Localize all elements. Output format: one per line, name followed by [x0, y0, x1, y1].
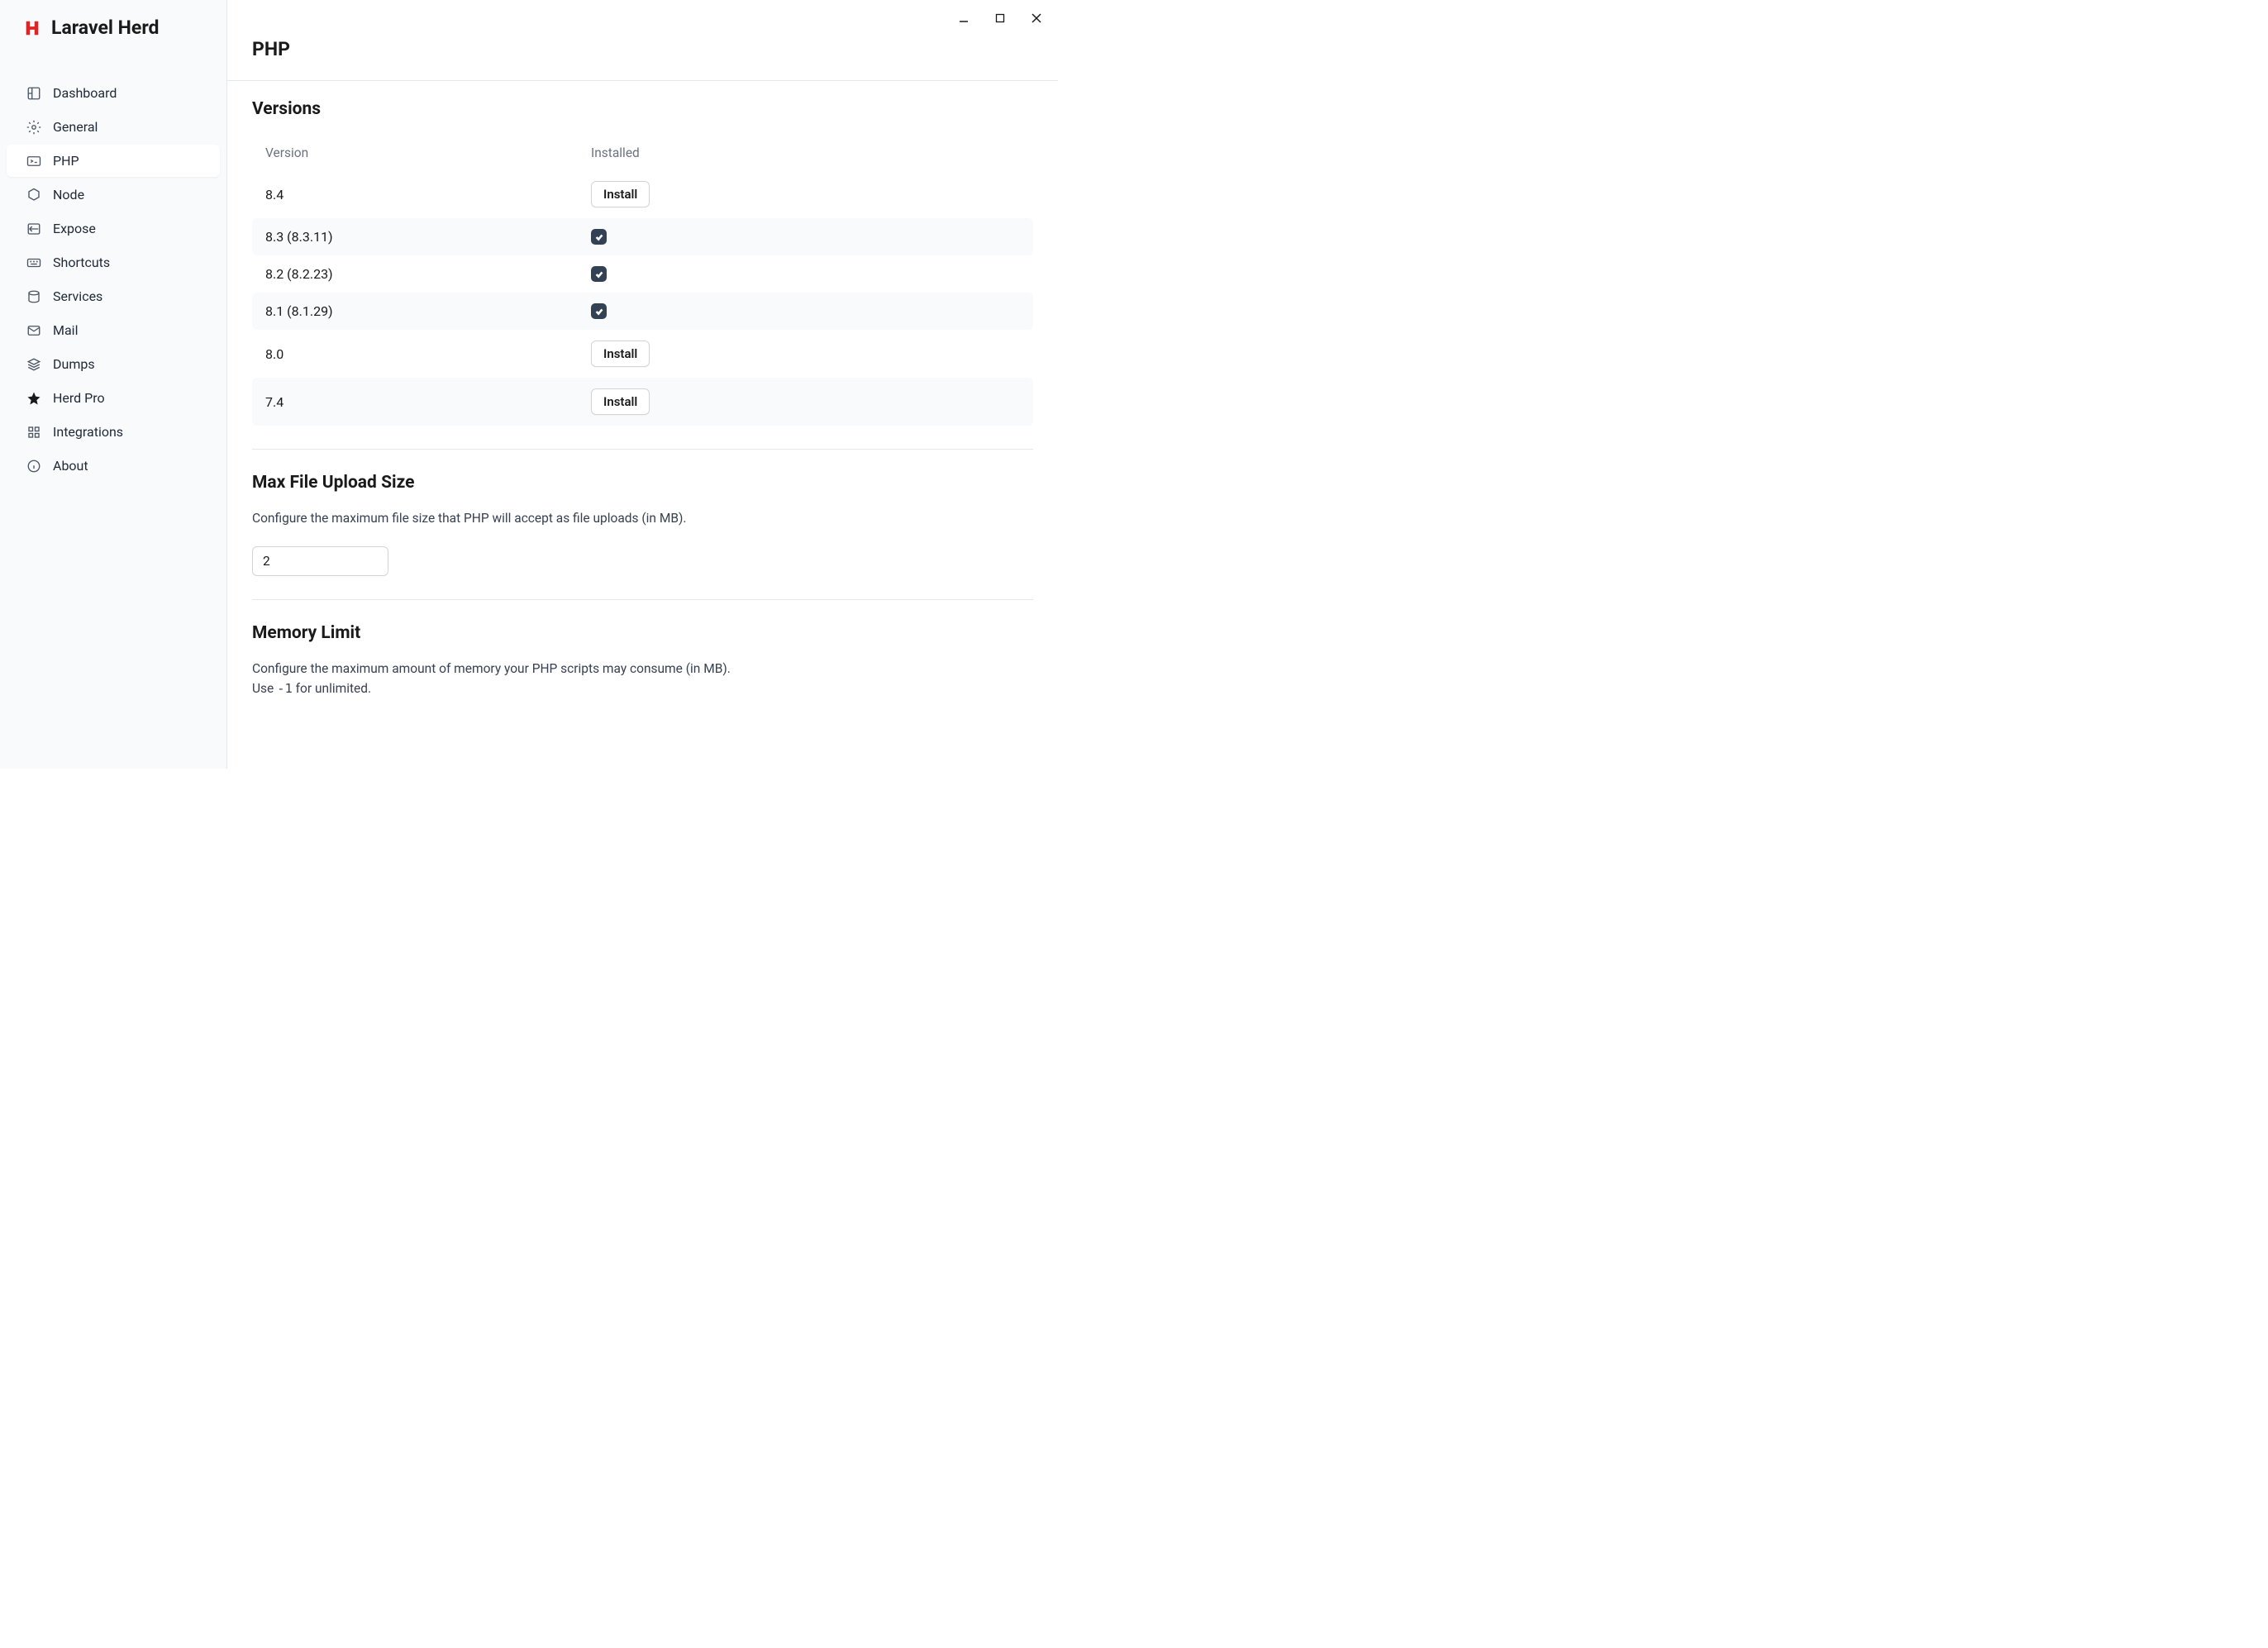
mail-icon [26, 323, 41, 338]
nav-label: About [53, 458, 88, 474]
sidebar-item-php[interactable]: PHP [7, 145, 220, 177]
sidebar-item-general[interactable]: General [7, 111, 220, 143]
install-button[interactable]: Install [591, 181, 650, 207]
sidebar-nav: Dashboard General PHP Node Expose Shortc… [0, 55, 226, 488]
install-button[interactable]: Install [591, 341, 650, 367]
terminal-icon [26, 154, 41, 169]
col-header-installed: Installed [591, 145, 1020, 160]
version-label: 8.3 (8.3.11) [265, 229, 591, 245]
grid-icon [26, 425, 41, 440]
dashboard-icon [26, 86, 41, 101]
sidebar-item-expose[interactable]: Expose [7, 212, 220, 245]
nav-label: Mail [53, 322, 78, 338]
nav-label: Dashboard [53, 85, 117, 101]
sidebar-item-dashboard[interactable]: Dashboard [7, 77, 220, 109]
sidebar-item-dumps[interactable]: Dumps [7, 348, 220, 380]
version-row: 7.4 Install [252, 378, 1033, 426]
info-icon [26, 459, 41, 474]
keyboard-icon [26, 255, 41, 270]
nav-label: Node [53, 187, 84, 202]
node-icon [26, 188, 41, 202]
install-cell [591, 303, 1020, 319]
version-row: 8.3 (8.3.11) [252, 218, 1033, 255]
sidebar-item-services[interactable]: Services [7, 280, 220, 312]
herd-logo-icon [23, 19, 41, 37]
sidebar-item-integrations[interactable]: Integrations [7, 416, 220, 448]
app-title: Laravel Herd [51, 17, 159, 39]
nav-label: PHP [53, 153, 79, 169]
memory-desc-line1: Configure the maximum amount of memory y… [252, 661, 731, 676]
memory-desc-line2a: Use [252, 681, 277, 696]
memory-section: Memory Limit Configure the maximum amoun… [252, 623, 1033, 698]
sidebar-item-herd-pro[interactable]: Herd Pro [7, 382, 220, 414]
memory-title: Memory Limit [252, 623, 1033, 643]
version-label: 8.2 (8.2.23) [265, 266, 591, 282]
install-cell: Install [591, 181, 1020, 207]
version-row: 8.1 (8.1.29) [252, 293, 1033, 330]
installed-check-icon [591, 229, 607, 245]
star-icon [26, 391, 41, 406]
memory-description: Configure the maximum amount of memory y… [252, 660, 1033, 698]
install-cell [591, 266, 1020, 282]
nav-label: Dumps [53, 356, 95, 372]
versions-table: Version Installed 8.4 Install 8.3 (8.3.1… [252, 136, 1033, 426]
versions-table-header: Version Installed [252, 136, 1033, 170]
sidebar-item-node[interactable]: Node [7, 179, 220, 211]
memory-desc-code: -1 [277, 681, 293, 696]
sidebar-item-mail[interactable]: Mail [7, 314, 220, 346]
install-cell: Install [591, 388, 1020, 415]
install-cell [591, 229, 1020, 245]
stack-icon [26, 357, 41, 372]
database-icon [26, 289, 41, 304]
install-cell: Install [591, 341, 1020, 367]
nav-label: Services [53, 288, 102, 304]
version-row: 8.0 Install [252, 330, 1033, 378]
sidebar-item-about[interactable]: About [7, 450, 220, 482]
section-divider [252, 449, 1033, 450]
max-upload-input[interactable] [252, 546, 388, 576]
version-label: 8.0 [265, 346, 591, 362]
gear-icon [26, 120, 41, 135]
sidebar-header: Laravel Herd [0, 0, 226, 55]
version-row: 8.4 Install [252, 170, 1033, 218]
install-button[interactable]: Install [591, 388, 650, 415]
version-label: 8.1 (8.1.29) [265, 303, 591, 319]
main-content: PHP Versions Version Installed 8.4 Insta… [227, 0, 1058, 769]
installed-check-icon [591, 266, 607, 282]
upload-description: Configure the maximum file size that PHP… [252, 509, 1033, 528]
nav-label: Herd Pro [53, 390, 105, 406]
nav-label: Expose [53, 221, 96, 236]
sidebar-item-shortcuts[interactable]: Shortcuts [7, 246, 220, 279]
nav-label: General [53, 119, 98, 135]
installed-check-icon [591, 303, 607, 319]
memory-desc-line2b: for unlimited. [293, 681, 371, 696]
sidebar: Laravel Herd Dashboard General PHP Node … [0, 0, 227, 769]
share-icon [26, 221, 41, 236]
versions-title: Versions [252, 99, 1033, 119]
nav-label: Shortcuts [53, 255, 110, 270]
upload-section: Max File Upload Size Configure the maxim… [252, 473, 1033, 576]
version-label: 7.4 [265, 394, 591, 410]
page-header: PHP [227, 23, 1058, 81]
upload-title: Max File Upload Size [252, 473, 1033, 493]
content-area: Versions Version Installed 8.4 Install 8… [227, 81, 1058, 769]
page-title: PHP [252, 38, 1033, 60]
version-row: 8.2 (8.2.23) [252, 255, 1033, 293]
window-titlebar [227, 0, 1058, 23]
section-divider [252, 599, 1033, 600]
nav-label: Integrations [53, 424, 123, 440]
versions-section: Versions Version Installed 8.4 Install 8… [252, 99, 1033, 426]
version-label: 8.4 [265, 187, 591, 202]
col-header-version: Version [265, 145, 591, 160]
